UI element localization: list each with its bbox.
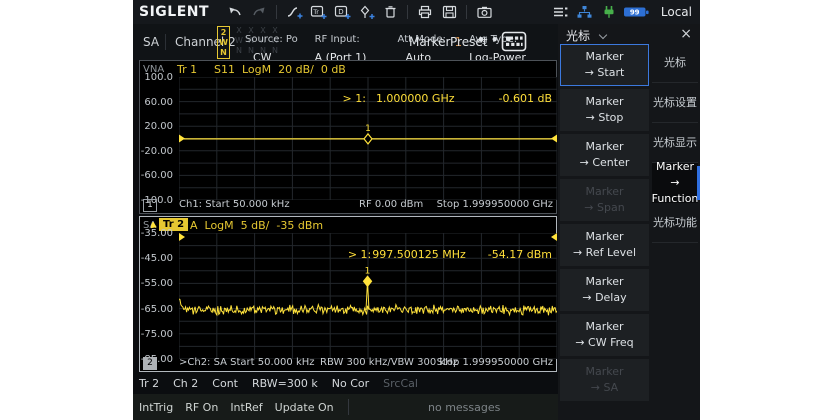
- sa-stop-freq[interactable]: Stop 1.999950000 GHz: [437, 357, 553, 368]
- rf-status: RF On: [185, 401, 218, 414]
- status-rbw: RBW=300 k: [252, 377, 318, 390]
- add-trace-icon[interactable]: [284, 3, 304, 21]
- vna-chart-footer: 1 Ch1: Start 50.000 kHz RF 0.00 dBm Stop…: [140, 198, 556, 213]
- page-background: SIGLENT Tr D: [0, 0, 840, 420]
- menu-item-marker-to-center[interactable]: Marker → Center: [560, 134, 649, 176]
- divider: [348, 399, 349, 415]
- chevron-down-icon: [599, 31, 607, 39]
- menu-item-marker-to-cw-freq[interactable]: Marker → CW Freq: [560, 314, 649, 356]
- top-toolbar: SIGLENT Tr D: [133, 0, 700, 24]
- tab-marker-func[interactable]: 光标功能: [652, 203, 698, 243]
- status-trace: Tr 2: [139, 377, 159, 390]
- keypad-icon[interactable]: [501, 31, 527, 52]
- sa-start-freq[interactable]: >Ch2: SA Start 50.000 kHz: [179, 357, 315, 368]
- save-icon[interactable]: [439, 3, 459, 21]
- vna-y-axis-ticks: 100.060.0020.00-20.00-60.00-100.0: [140, 77, 175, 200]
- undo-icon[interactable]: [225, 3, 245, 21]
- local-mode-label[interactable]: Local: [661, 5, 692, 19]
- sa-trace-settings[interactable]: A LogM 5 dB/ -35 dBm: [190, 219, 323, 232]
- menu-icon[interactable]: [551, 3, 571, 21]
- vna-trace-settings[interactable]: S11 LogM 20 dB/ 0 dB: [214, 63, 346, 76]
- toolbar-separator: [466, 5, 467, 19]
- marker-menu-header: 光标 ×: [558, 24, 700, 44]
- sa-marker-readout: > 1:997.500125 MHz-54.17 dBm: [320, 235, 552, 274]
- toolbar-separator: [407, 5, 408, 19]
- vna-start-freq[interactable]: Ch1: Start 50.000 kHz: [179, 199, 290, 210]
- delete-icon[interactable]: [380, 3, 400, 21]
- battery-icon: 99: [623, 3, 651, 21]
- add-marker-icon[interactable]: [356, 3, 376, 21]
- tab-marker-display[interactable]: 光标显示: [652, 123, 698, 163]
- menu-item-marker-to-start[interactable]: Marker → Start: [560, 44, 649, 86]
- vna-marker-readout: > 1:1.000000 GHz-0.601 dB: [315, 79, 552, 118]
- add-trace-window-icon[interactable]: Tr: [308, 3, 328, 21]
- status-row: Tr 2 Ch 2 Cont RBW=300 k No Cor SrcCal: [139, 374, 418, 392]
- menu-item-marker-to-stop[interactable]: Marker → Stop: [560, 89, 649, 131]
- status-srccal: SrcCal: [383, 377, 418, 390]
- vna-channel-badge[interactable]: 1: [143, 199, 157, 212]
- status-channel: Ch 2: [173, 377, 198, 390]
- vna-chart-header: VNA Tr 1 S11 LogM 20 dB/ 0 dB: [140, 61, 556, 76]
- vna-trace-label[interactable]: Tr 1: [177, 63, 197, 76]
- close-icon[interactable]: ×: [680, 25, 692, 43]
- sa-chart-footer: 2 >Ch2: SA Start 50.000 kHz RBW 300 kHz/…: [140, 356, 556, 371]
- menu-item-marker-to-sa: Marker → SA: [560, 359, 649, 401]
- vna-rf-power[interactable]: RF 0.00 dBm: [359, 199, 423, 210]
- channel-bar: SA Channel 2 2WN XWNXWNXWNXWN Source: Po…: [133, 24, 558, 60]
- active-slot[interactable]: 2WN: [217, 26, 230, 59]
- svg-text:1: 1: [365, 124, 371, 134]
- status-correction: No Cor: [332, 377, 369, 390]
- network-icon[interactable]: [575, 3, 595, 21]
- sa-chart-header: SA Tr 2 A LogM 5 dB/ -35 dBm: [140, 217, 556, 232]
- print-icon[interactable]: [415, 3, 435, 21]
- tab-marker[interactable]: 光标: [652, 43, 698, 83]
- vna-chart-block: VNA Tr 1 S11 LogM 20 dB/ 0 dB 100.060.00…: [139, 60, 557, 214]
- mode-button[interactable]: SA: [143, 35, 159, 49]
- menu-item-marker-to-ref-level[interactable]: Marker → Ref Level: [560, 224, 649, 266]
- marker-menu-panel: 光标 × Marker → Start Marker → Stop Marker…: [558, 24, 700, 420]
- redo-icon[interactable]: [249, 3, 269, 21]
- vna-stop-freq[interactable]: Stop 1.999950000 GHz: [437, 199, 553, 210]
- add-diagram-icon[interactable]: D: [332, 3, 352, 21]
- svg-text:99: 99: [630, 9, 640, 17]
- marker-menu-title[interactable]: 光标: [566, 27, 590, 44]
- menu-item-marker-to-delay[interactable]: Marker → Delay: [560, 269, 649, 311]
- screenshot-camera-icon[interactable]: [474, 3, 494, 21]
- system-message: no messages: [428, 401, 500, 414]
- svg-text:Tr: Tr: [312, 7, 319, 15]
- status-sweep: Cont: [212, 377, 238, 390]
- toolbar-separator: [276, 5, 277, 19]
- sa-chart-block: SA Tr 2 A LogM 5 dB/ -35 dBm -35.00-45.0…: [139, 216, 557, 372]
- update-status: Update On: [275, 401, 334, 414]
- tab-marker-function[interactable]: Marker → Function: [652, 163, 698, 203]
- divider: [165, 34, 166, 50]
- trigger-status: IntTrig: [139, 401, 173, 414]
- ref-status: IntRef: [230, 401, 262, 414]
- power-plug-icon[interactable]: [599, 3, 619, 21]
- sa-channel-badge[interactable]: 2: [143, 357, 157, 370]
- instrument-screen: SIGLENT Tr D: [133, 0, 700, 420]
- svg-text:D: D: [338, 8, 343, 16]
- sa-y-axis-ticks: -35.00-45.00-55.00-65.00-75.00-85.00: [140, 233, 175, 359]
- menu-item-marker-to-span: Marker → Span: [560, 179, 649, 221]
- tab-marker-setup[interactable]: 光标设置: [652, 83, 698, 123]
- brand-logo: SIGLENT: [139, 4, 209, 20]
